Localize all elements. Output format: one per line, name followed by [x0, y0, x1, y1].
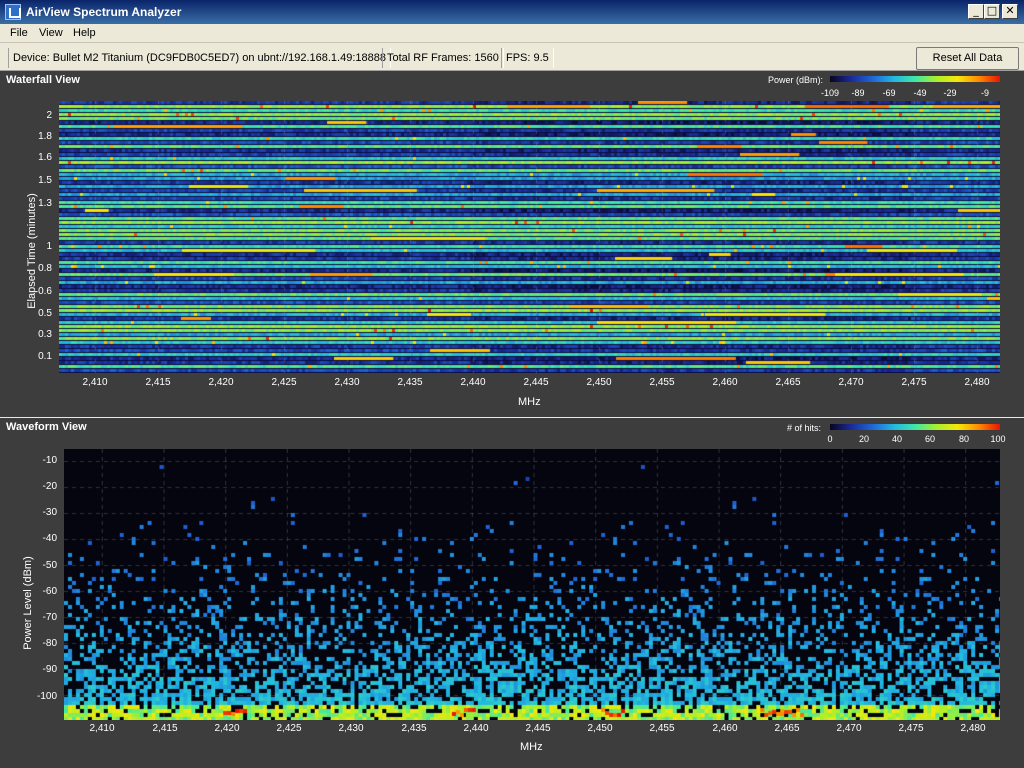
waveform-plot[interactable] [64, 449, 1000, 720]
waterfall-x-tick: 2,475 [901, 377, 927, 388]
waveform-x-tick: 2,480 [960, 723, 986, 734]
menu-help[interactable]: Help [73, 27, 96, 39]
waveform-x-tick: 2,430 [338, 723, 364, 734]
menu-bar: File View Help [0, 24, 1024, 43]
waterfall-y-tick: 0.3 [38, 329, 52, 340]
waveform-x-tick: 2,445 [525, 723, 551, 734]
device-info: Device: Bullet M2 Titanium (DC9FDB0C5ED7… [8, 48, 391, 68]
waterfall-y-axis-title: Elapsed Time (minutes) [26, 193, 38, 309]
app-icon [5, 4, 21, 20]
window-title: AirView Spectrum Analyzer [26, 5, 182, 19]
waterfall-x-tick: 2,480 [964, 377, 990, 388]
waveform-y-tick: -100 [36, 691, 57, 702]
waveform-x-tick: 2,415 [152, 723, 178, 734]
waterfall-x-tick: 2,445 [523, 377, 549, 388]
hits-legend-bar [830, 424, 1000, 430]
total-frames: Total RF Frames: 1560 [382, 48, 504, 68]
hits-legend-tick: 80 [958, 434, 969, 444]
waterfall-x-tick: 2,430 [334, 377, 360, 388]
menu-file[interactable]: File [10, 27, 28, 39]
waveform-x-tick: 2,440 [463, 723, 489, 734]
waveform-y-tick: -10 [42, 455, 57, 466]
waterfall-x-tick: 2,470 [838, 377, 864, 388]
power-legend-tick: -89 [851, 88, 865, 98]
waveform-x-tick: 2,420 [214, 723, 240, 734]
reset-all-data-button[interactable]: Reset All Data [916, 47, 1019, 70]
waterfall-x-tick: 2,425 [271, 377, 297, 388]
title-bar: AirView Spectrum Analyzer _ □ ✕ [0, 0, 1024, 24]
waterfall-plot[interactable] [59, 101, 1000, 373]
waterfall-x-tick: 2,455 [649, 377, 675, 388]
waveform-x-tick: 2,435 [401, 723, 427, 734]
waterfall-x-tick: 2,410 [82, 377, 108, 388]
waterfall-x-axis-title: MHz [518, 396, 541, 408]
waveform-title: Waveform View [6, 421, 87, 433]
waterfall-y-tick: 1.8 [38, 131, 52, 142]
hits-legend-tick: 100 [990, 434, 1006, 444]
waveform-x-tick: 2,470 [836, 723, 862, 734]
status-bar: Device: Bullet M2 Titanium (DC9FDB0C5ED7… [0, 44, 1024, 71]
fps-readout: FPS: 9.5 [501, 48, 554, 68]
waterfall-x-tick: 2,420 [208, 377, 234, 388]
waveform-x-tick: 2,465 [774, 723, 800, 734]
menu-view[interactable]: View [39, 27, 63, 39]
hits-legend-label: # of hits: [787, 423, 822, 433]
waveform-x-axis-title: MHz [520, 741, 543, 753]
waveform-x-tick: 2,450 [587, 723, 613, 734]
waterfall-x-tick: 2,435 [397, 377, 423, 388]
hits-legend-tick: 40 [891, 434, 902, 444]
waveform-x-tick: 2,425 [276, 723, 302, 734]
power-legend-tick: -49 [913, 88, 927, 98]
waveform-x-tick: 2,410 [89, 723, 115, 734]
hits-legend-tick: 0 [827, 434, 833, 444]
hits-legend-tick: 60 [924, 434, 935, 444]
waterfall-x-tick: 2,415 [145, 377, 171, 388]
waveform-y-axis-title: Power Level (dBm) [22, 556, 34, 650]
waveform-y-tick: -30 [42, 507, 57, 518]
waterfall-y-tick: 2 [46, 110, 52, 121]
waveform-x-tick: 2,455 [649, 723, 675, 734]
maximize-button[interactable]: □ [984, 4, 1000, 19]
waterfall-panel: Waterfall View Power (dBm): -109 -89 -69 -4… [0, 71, 1024, 417]
power-legend-tick: -29 [943, 88, 957, 98]
waterfall-y-tick: 1.6 [38, 152, 52, 163]
waterfall-x-tick: 2,450 [586, 377, 612, 388]
waveform-x-tick: 2,460 [712, 723, 738, 734]
power-legend-label: Power (dBm): [768, 75, 824, 85]
waveform-panel: Waveform View # of hits: 0 20 40 60 80 100 -1… [0, 418, 1024, 768]
power-legend-bar [830, 76, 1000, 82]
waveform-x-tick: 2,475 [898, 723, 924, 734]
waterfall-title: Waterfall View [6, 74, 80, 86]
close-button[interactable]: ✕ [1002, 4, 1018, 19]
power-legend-tick: -109 [820, 88, 839, 98]
waterfall-x-tick: 2,440 [460, 377, 486, 388]
waterfall-x-tick: 2,465 [775, 377, 801, 388]
waterfall-x-tick: 2,460 [712, 377, 738, 388]
waveform-y-tick: -20 [42, 481, 57, 492]
minimize-button[interactable]: _ [968, 4, 984, 19]
hits-legend-tick: 20 [858, 434, 869, 444]
power-legend-tick: -9 [980, 88, 989, 98]
power-legend-tick: -69 [882, 88, 896, 98]
waterfall-y-tick: 0.1 [38, 351, 52, 362]
